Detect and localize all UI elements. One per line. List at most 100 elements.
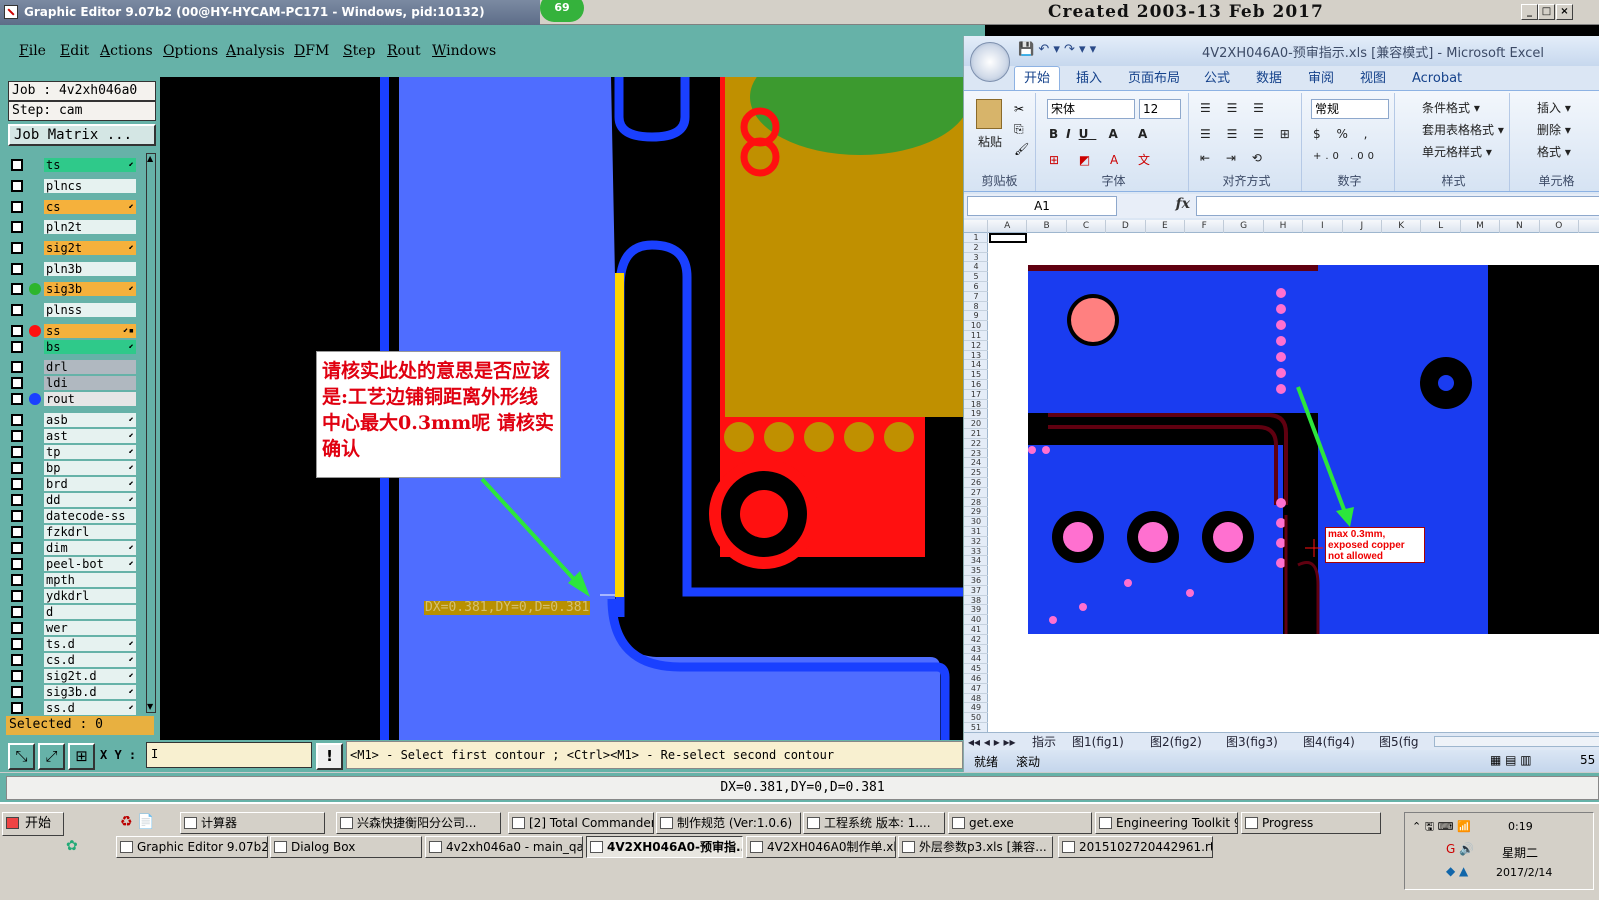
row-header[interactable]: 26 — [964, 478, 988, 488]
layer-row-ast[interactable]: ast ⬋ — [8, 428, 148, 444]
layer-checkbox[interactable] — [11, 606, 23, 618]
row-header[interactable]: 7 — [964, 292, 988, 302]
taskbar-item[interactable]: 201510272044296​1.rtf [... — [1058, 836, 1213, 858]
format-table-button[interactable]: 套用表格格式 ▾ — [1422, 121, 1504, 138]
font-style-buttons[interactable]: BIU A A — [1049, 127, 1155, 141]
menu-rout[interactable]: Rout — [387, 43, 421, 59]
quick-launch-icon-2[interactable]: ✿ — [66, 838, 78, 854]
zoom-area-button[interactable]: ⤢ — [38, 743, 65, 770]
layer-row-wer[interactable]: wer — [8, 620, 148, 636]
delete-cells-button[interactable]: 删除 ▾ — [1537, 121, 1571, 138]
zoom-level[interactable]: 55 — [1580, 753, 1595, 767]
number-format-select[interactable]: 常规 — [1311, 99, 1389, 119]
layer-checkbox[interactable] — [11, 638, 23, 650]
embedded-pcb-image[interactable]: max 0.3mm, exposed copper not allowed — [1028, 265, 1599, 634]
taskbar-item[interactable]: 兴森快捷衡阳分公司... — [336, 812, 501, 834]
layer-checkbox[interactable] — [11, 686, 23, 698]
row-header[interactable]: 39 — [964, 605, 988, 616]
row-header[interactable]: 48 — [964, 694, 988, 704]
layer-row-rout[interactable]: rout — [8, 391, 148, 407]
tab-formulas[interactable]: 公式 — [1204, 68, 1230, 90]
taskbar-item[interactable]: Engineering Toolkit 9.... — [1095, 812, 1238, 834]
row-header[interactable]: 1 — [964, 233, 988, 243]
layer-row-bs[interactable]: bs ⬋ — [8, 339, 148, 355]
row-header[interactable]: 15 — [964, 370, 988, 380]
quick-launch-icons[interactable]: ♻ 📄 — [120, 814, 154, 830]
row-header[interactable]: 5 — [964, 272, 988, 282]
row-header[interactable]: 22 — [964, 439, 988, 449]
row-header[interactable]: 10 — [964, 321, 988, 331]
row-header[interactable]: 13 — [964, 351, 988, 361]
row-header[interactable]: 18 — [964, 400, 988, 410]
row-header[interactable]: 29 — [964, 507, 988, 518]
column-header-G[interactable]: G — [1224, 220, 1264, 233]
layer-row-sig2t-d[interactable]: sig2t.d ⬋ — [8, 668, 148, 684]
layer-checkbox[interactable] — [11, 590, 23, 602]
taskbar-item[interactable]: 工程系统 版本: 1.... — [803, 812, 945, 834]
sheet-nav-buttons[interactable]: ◂◂ ◂ ▸ ▸▸ — [968, 735, 1016, 750]
excel-title-bar[interactable]: 4V2XH046A0-预审指示.xls [兼容模式] - Microsoft E… — [964, 36, 1599, 66]
tab-page-layout[interactable]: 页面布局 — [1128, 68, 1180, 90]
row-header[interactable]: 24 — [964, 458, 988, 469]
row-header[interactable]: 36 — [964, 576, 988, 586]
cell-styles-button[interactable]: 单元格样式 ▾ — [1422, 143, 1492, 160]
format-cells-button[interactable]: 格式 ▾ — [1537, 143, 1571, 160]
column-header-B[interactable]: B — [1027, 220, 1067, 233]
taskbar-item[interactable]: 制作规范 (Ver:1.0.6) — [656, 812, 801, 834]
row-header[interactable]: 28 — [964, 498, 988, 508]
layer-row-d[interactable]: d — [8, 604, 148, 620]
sheet-grid[interactable]: ABCDEFGHIJKLMNO 1 2 3 4 5 6 7 8 9 10 11 12 13 14 15 16 1… — [964, 220, 1599, 733]
row-header[interactable]: 32 — [964, 537, 988, 547]
taskbar-item[interactable]: 计算器 — [180, 812, 325, 834]
layer-checkbox[interactable] — [11, 341, 23, 353]
pcb-canvas[interactable] — [160, 77, 963, 740]
maximize-button[interactable]: □ — [1538, 4, 1555, 20]
taskbar-item[interactable]: [2] Total Commander ... — [508, 812, 654, 834]
indent-buttons[interactable]: ⇤ ⇥ ⟲ — [1200, 151, 1268, 165]
row-header[interactable]: 12 — [964, 341, 988, 351]
row-header[interactable]: 3 — [964, 253, 988, 263]
select-all-corner[interactable] — [964, 220, 988, 233]
row-header[interactable]: 37 — [964, 586, 988, 596]
layer-checkbox[interactable] — [11, 574, 23, 586]
layer-checkbox[interactable] — [11, 526, 23, 538]
row-header[interactable]: 23 — [964, 449, 988, 459]
tab-data[interactable]: 数据 — [1256, 68, 1282, 90]
row-header[interactable]: 46 — [964, 674, 988, 684]
view-buttons[interactable]: ▦ ▤ ▥ — [1490, 753, 1532, 767]
horizontal-scrollbar[interactable] — [1434, 736, 1599, 747]
layer-checkbox[interactable] — [11, 159, 23, 171]
layer-row-sig3b-d[interactable]: sig3b.d ⬋ — [8, 684, 148, 700]
formula-input[interactable] — [1196, 196, 1599, 216]
layer-row-ss[interactable]: ss ⬋▪ — [8, 323, 148, 339]
column-header-K[interactable]: K — [1382, 220, 1422, 233]
conditional-format-button[interactable]: 条件格式 ▾ — [1422, 99, 1480, 116]
column-header-A[interactable]: A — [988, 220, 1028, 233]
row-header[interactable]: 17 — [964, 390, 988, 400]
row-header[interactable]: 4 — [964, 262, 988, 273]
quick-access-toolbar[interactable]: 💾 ↶ ▾ ↷ ▾ ▾ — [1018, 42, 1096, 57]
tab-review[interactable]: 审阅 — [1308, 68, 1334, 90]
menu-dfm[interactable]: DFM — [294, 43, 329, 59]
clipboard-icons[interactable]: ✂ ⎘ 🖌 — [1014, 99, 1029, 159]
number-buttons[interactable]: $ % , — [1313, 127, 1373, 141]
close-button[interactable]: × — [1556, 4, 1573, 20]
layer-checkbox[interactable] — [11, 180, 23, 192]
layer-row-drl[interactable]: drl — [8, 359, 148, 375]
row-header[interactable]: 38 — [964, 596, 988, 606]
layer-checkbox[interactable] — [11, 542, 23, 554]
row-header[interactable]: 47 — [964, 684, 988, 694]
layer-row-cs[interactable]: cs ⬋ — [8, 199, 148, 215]
layer-checkbox[interactable] — [11, 510, 23, 522]
taskbar-item[interactable]: 4v2xh046a0 - main_qa — [425, 836, 583, 858]
row-header[interactable]: 33 — [964, 547, 988, 557]
tray-icons[interactable]: ⌃ 🖫 ⌨ 📶 — [1412, 818, 1471, 837]
layer-checkbox[interactable] — [11, 201, 23, 213]
layer-row-fzkdrl[interactable]: fzkdrl — [8, 524, 148, 540]
tab-view[interactable]: 视图 — [1360, 68, 1386, 90]
grid-button[interactable]: ⊞ — [68, 743, 95, 770]
align-top-buttons[interactable]: ☰ ☰ ☰ — [1200, 101, 1270, 115]
column-header-L[interactable]: L — [1421, 220, 1461, 233]
column-header-J[interactable]: J — [1343, 220, 1382, 233]
app-icon[interactable] — [4, 5, 18, 19]
